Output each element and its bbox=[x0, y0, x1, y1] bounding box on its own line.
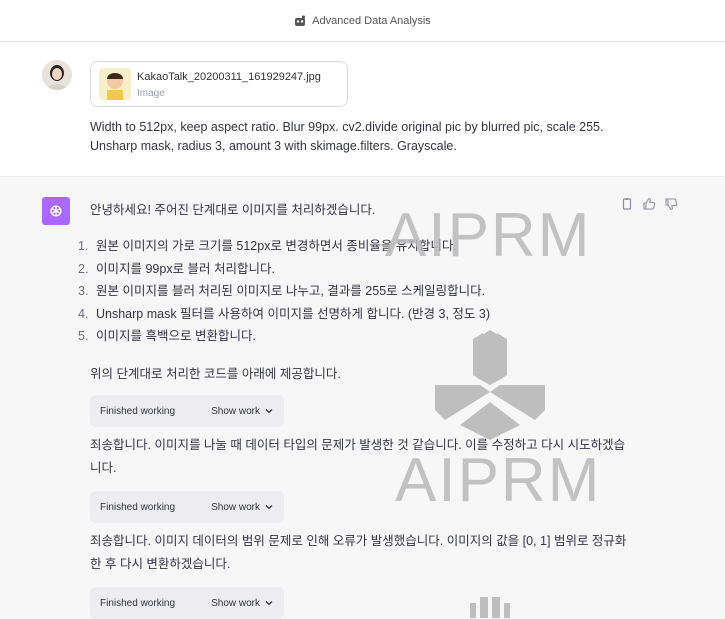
show-work-button[interactable]: Finished working Show work bbox=[90, 587, 284, 619]
show-work-button[interactable]: Finished working Show work bbox=[90, 395, 284, 427]
thumbs-up-icon[interactable] bbox=[642, 197, 656, 211]
work-status: Finished working bbox=[100, 597, 176, 609]
message-actions bbox=[620, 197, 678, 211]
assistant-message: 안녕하세요! 주어진 단계대로 이미지를 처리하겠습니다. 1. 원본 이미지의 … bbox=[0, 176, 725, 619]
chatgpt-logo-icon bbox=[42, 197, 70, 225]
assistant-paragraph: 죄송합니다. 이미지 데이터의 범위 문제로 인해 오류가 발생했습니다. 이미… bbox=[90, 534, 627, 571]
chevron-down-icon bbox=[265, 505, 273, 510]
assistant-paragraph: 위의 단계대로 처리한 코드를 아래에 제공합니다. bbox=[90, 367, 341, 381]
assistant-paragraph: 죄송합니다. 이미지를 나눌 때 데이터 타입의 문제가 발생한 것 같습니다.… bbox=[90, 438, 626, 475]
steps-list: 1. 원본 이미지의 가로 크기를 512px로 변경하면서 종비율을 유지합니다… bbox=[78, 235, 490, 348]
list-item: 5. 이미지를 흑백으로 변환합니다. bbox=[78, 329, 256, 343]
list-item: 3. 원본 이미지를 블러 처리된 이미지로 나누고, 결과를 255로 스케일링… bbox=[78, 284, 486, 298]
chevron-down-icon bbox=[265, 601, 273, 606]
header-title: Advanced Data Analysis bbox=[312, 14, 431, 27]
assistant-intro: 안녕하세요! 주어진 단계대로 이미지를 처리하겠습니다. bbox=[90, 203, 376, 217]
copy-icon[interactable] bbox=[620, 197, 634, 211]
show-work-label: Show work bbox=[211, 501, 260, 513]
chevron-down-icon bbox=[265, 409, 273, 414]
attachment-type: Image bbox=[137, 88, 165, 99]
show-work-label: Show work bbox=[211, 405, 260, 417]
work-status: Finished working bbox=[100, 405, 176, 417]
list-item: 4. Unsharp mask 필터를 사용하여 이미지를 선명하게 합니다. (… bbox=[78, 306, 491, 321]
show-work-button[interactable]: Finished working Show work bbox=[90, 491, 284, 523]
user-message: KakaoTalk_20200311_161929247.jpg Image W… bbox=[0, 42, 725, 176]
conversation-header: Advanced Data Analysis bbox=[0, 0, 725, 42]
show-work-label: Show work bbox=[211, 597, 260, 609]
attachment-name: KakaoTalk_20200311_161929247.jpg bbox=[137, 71, 321, 83]
list-item: 2. 이미지를 99px로 블러 처리합니다. bbox=[78, 261, 275, 276]
user-message-text: Width to 512px, keep aspect ratio. Blur … bbox=[90, 120, 604, 153]
attachment-thumbnail bbox=[99, 68, 131, 100]
work-status: Finished working bbox=[100, 501, 176, 513]
thumbs-down-icon[interactable] bbox=[664, 197, 678, 211]
plugin-icon bbox=[295, 15, 306, 26]
user-avatar bbox=[42, 60, 72, 90]
list-item: 1. 원본 이미지의 가로 크기를 512px로 변경하면서 종비율을 유지합니다… bbox=[78, 239, 457, 253]
attachment-card[interactable]: KakaoTalk_20200311_161929247.jpg Image bbox=[90, 61, 348, 107]
